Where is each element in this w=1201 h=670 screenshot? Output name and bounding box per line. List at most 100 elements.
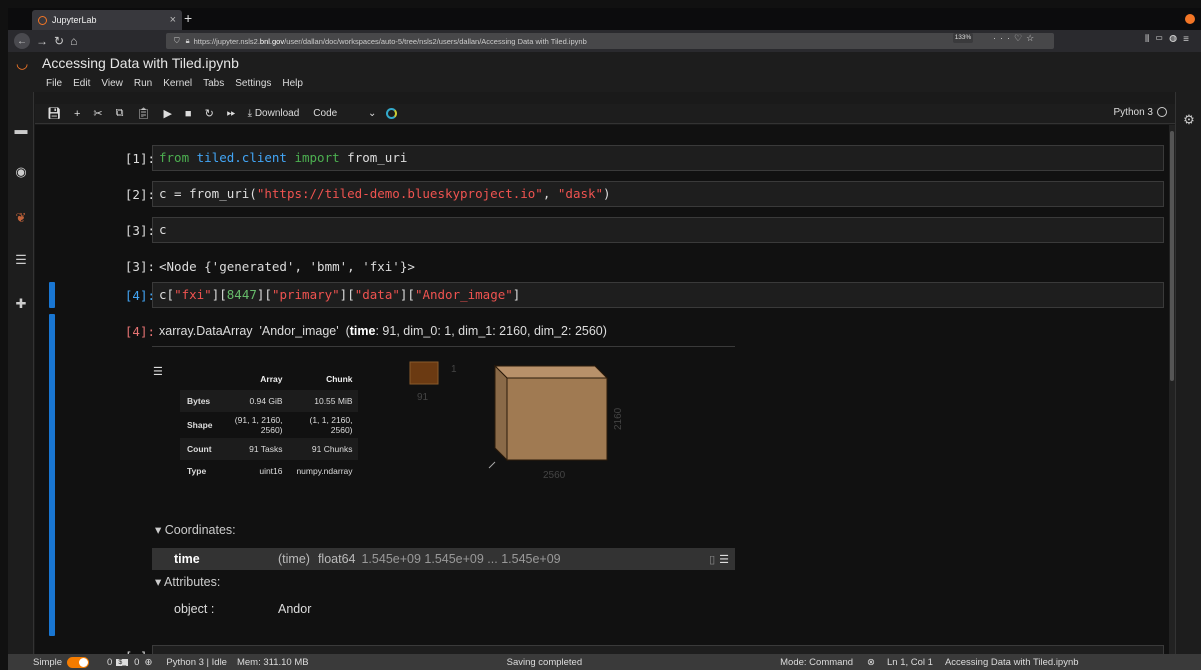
bookmark-star-icon[interactable]: ☆ — [1026, 33, 1038, 43]
more-icon[interactable]: ··· — [993, 33, 1014, 43]
stop-icon[interactable]: ■ — [185, 108, 192, 120]
output-prompt: [3]: — [124, 259, 155, 274]
scroll-thumb[interactable] — [1170, 131, 1174, 381]
menu-view[interactable]: View — [101, 78, 123, 89]
new-tab-icon[interactable]: + — [184, 10, 192, 26]
menu-run[interactable]: Run — [134, 78, 152, 89]
url-bar[interactable]: ⛉ 🔒︎ https://jupyter.nsls2. bnl.gov/user/… — [166, 33, 1054, 49]
table-cell: 91 Tasks — [249, 444, 283, 454]
back-icon[interactable]: ← — [14, 33, 30, 49]
toc-icon[interactable]: ☰ — [14, 252, 28, 267]
output-collapser[interactable] — [49, 314, 55, 636]
input-collapser[interactable] — [49, 282, 55, 308]
close-tab-icon[interactable]: × — [170, 14, 176, 26]
code-editor[interactable]: c = from_uri("https://tiled-demo.bluesky… — [152, 181, 1164, 207]
menu-bar: File Edit View Run Kernel Tabs Settings … — [8, 74, 1201, 92]
insert-cell-icon[interactable]: + — [74, 108, 80, 120]
code-editor[interactable] — [152, 645, 1164, 654]
code-token: ) — [603, 186, 611, 201]
forward-icon[interactable]: → — [36, 34, 48, 48]
running-icon[interactable]: ◉ — [14, 164, 28, 179]
scrollbar[interactable] — [1169, 125, 1175, 654]
input-prompt: [4]: — [124, 288, 155, 303]
simple-mode-label: Simple — [33, 656, 63, 668]
jupyter-tab-icon — [38, 15, 47, 25]
kernel-status[interactable]: Python 3 | Idle — [166, 657, 227, 668]
copy-icon[interactable]: ⧉ — [116, 107, 124, 120]
browser-tabbar: JupyterLab × + — [8, 8, 1201, 30]
menu-help[interactable]: Help — [282, 78, 303, 89]
url-host: bnl.gov — [259, 36, 285, 46]
input-prompt: [2]: — [124, 187, 155, 202]
code-token: c[ — [159, 287, 175, 302]
download-button[interactable]: ⤓ Download — [248, 108, 300, 119]
restart-icon[interactable]: ↻ — [205, 107, 214, 120]
menu-settings[interactable]: Settings — [235, 78, 271, 89]
restart-run-all-icon[interactable]: ⏩︎ — [227, 107, 236, 120]
save-icon[interactable]: 💾︎ — [47, 107, 61, 120]
pocket-icon[interactable]: ♡ — [1014, 33, 1026, 43]
run-icon[interactable]: ▶ — [163, 107, 171, 120]
code-cell-4[interactable]: [4]: c["fxi"][8447]["primary"]["data"]["… — [35, 282, 1165, 652]
coord-dtype: float64 — [317, 552, 356, 566]
right-sidebar: ⚙ — [1175, 92, 1201, 654]
menu-file[interactable]: File — [46, 78, 62, 89]
current-file: Accessing Data with Tiled.ipynb — [944, 656, 1079, 668]
property-inspector-icon[interactable]: ⚙ — [1182, 112, 1196, 127]
code-editor[interactable]: c — [152, 217, 1164, 243]
zoom-level[interactable]: 133% — [953, 33, 973, 43]
code-editor[interactable]: from tiled.client import from_uri — [152, 145, 1164, 171]
code-token: ][ — [339, 287, 355, 302]
cut-icon[interactable]: ✂ — [93, 107, 102, 120]
table-cell: 91 Chunks — [311, 444, 353, 454]
attributes-toggle[interactable]: ▾ Attributes: — [155, 574, 220, 589]
code-editor[interactable]: c["fxi"][8447]["primary"]["data"]["Andor… — [152, 282, 1164, 308]
library-icon[interactable]: ⫴ — [1145, 34, 1155, 45]
home-icon[interactable]: ⌂ — [70, 34, 77, 48]
database-icon[interactable]: ☰ — [719, 553, 729, 566]
chunk-label: 1 — [451, 364, 457, 375]
page-actions[interactable]: ···♡☆ — [993, 33, 1038, 44]
table-cell: numpy.ndarray — [296, 466, 353, 476]
dim-size: 91 — [382, 324, 397, 338]
attr-row: object : Andor — [152, 598, 735, 620]
browser-tab[interactable]: JupyterLab × — [32, 10, 182, 30]
puzzle-icon[interactable]: ✚ — [14, 296, 28, 311]
cursor-position[interactable]: Ln 1, Col 1 — [887, 657, 933, 668]
sidebar-icon[interactable]: ▭ — [1155, 34, 1169, 45]
table-cell: Bytes — [187, 396, 211, 406]
account-icon[interactable]: ◍ — [1169, 34, 1183, 45]
dask-array-table: Array Chunk Bytes 0.94 GiB 10.55 MiB Sha… — [180, 368, 358, 482]
menu-tabs[interactable]: Tabs — [203, 78, 224, 89]
simple-mode-toggle[interactable] — [67, 656, 90, 668]
reload-icon[interactable]: ↻ — [54, 34, 64, 48]
kernel-name: Python 3 — [1113, 107, 1153, 118]
menu-edit[interactable]: Edit — [73, 78, 90, 89]
database-icon[interactable]: ☰ — [153, 365, 163, 378]
file-icon[interactable]: ▯ — [709, 553, 715, 566]
document-title[interactable]: Accessing Data with Tiled.ipynb — [42, 55, 239, 71]
kernel-indicator[interactable]: Python 3 — [1114, 107, 1167, 118]
attr-key: object : — [174, 602, 215, 616]
table-header: Chunk — [326, 374, 353, 384]
folder-icon[interactable]: ▬ — [14, 122, 28, 137]
kernel-status-icon — [1157, 107, 1167, 118]
output-prompt: [4]: — [124, 324, 155, 339]
table-cell: Type — [187, 466, 207, 476]
cell-type-select[interactable]: Code ⌄ — [313, 108, 376, 119]
menu-kernel[interactable]: Kernel — [163, 78, 192, 89]
cell-type-label: Code — [313, 108, 338, 119]
xarray-header: xarray.DataArray 'Andor_image' (time: 91… — [159, 324, 607, 338]
kernel-count[interactable]: 0 — [134, 657, 139, 668]
dim-name: dim_1 — [458, 324, 493, 338]
coordinates-toggle[interactable]: ▾ Coordinates: — [155, 522, 236, 537]
cube-axis-line — [488, 461, 496, 469]
code-token: "primary" — [271, 287, 340, 302]
extension-leaf-icon[interactable]: ❦ — [14, 210, 28, 225]
menu-icon[interactable]: ≡ — [1183, 34, 1195, 45]
table-cell: uint16 — [259, 466, 283, 476]
bug-icon[interactable]: ⊗ — [867, 657, 875, 668]
terminal-count[interactable]: 0 — [107, 657, 112, 668]
paste-icon[interactable]: 📋︎ — [136, 107, 150, 120]
window-close-icon[interactable] — [1185, 14, 1195, 24]
